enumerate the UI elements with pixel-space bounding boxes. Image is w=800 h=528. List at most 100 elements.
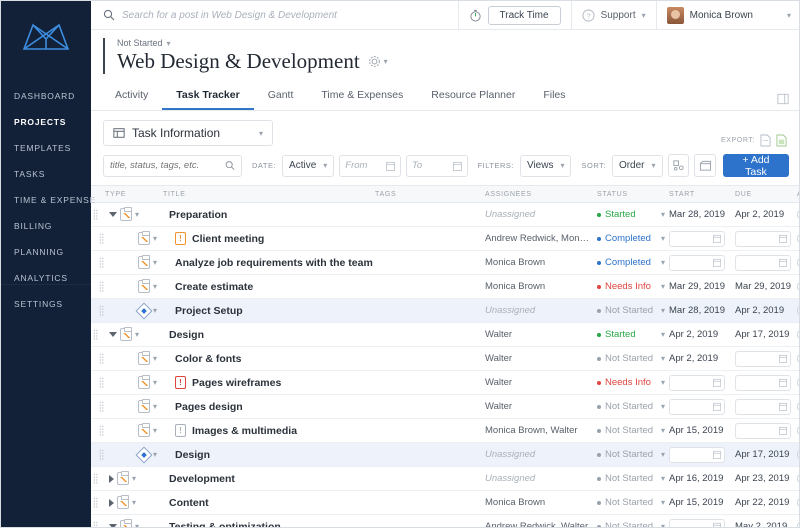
add-subtask-icon[interactable]: + xyxy=(797,209,799,220)
date-to-input[interactable]: To xyxy=(405,154,468,177)
row-start-cell[interactable]: Apr 2, 2019 xyxy=(669,322,735,347)
add-subtask-icon[interactable]: + xyxy=(797,281,799,292)
row-start-cell[interactable]: Apr 16, 2019 xyxy=(669,466,735,491)
row-tags-cell[interactable] xyxy=(375,370,485,395)
date-picker-empty[interactable] xyxy=(735,230,791,247)
row-tags-cell[interactable] xyxy=(375,322,485,347)
row-assignees-cell[interactable]: Monica Brown xyxy=(485,250,597,275)
row-title-cell[interactable]: ! Pages wireframes xyxy=(163,370,375,395)
row-type-dropdown-icon[interactable]: ▾ xyxy=(153,378,157,387)
row-title-cell[interactable]: Create estimate xyxy=(163,274,375,299)
row-due-cell[interactable] xyxy=(735,226,797,251)
date-filter-select[interactable]: Active ▾ xyxy=(282,154,335,177)
row-assignees-cell[interactable]: Walter xyxy=(485,394,597,419)
row-drag-handle[interactable] xyxy=(91,466,105,491)
status-badge[interactable]: Completed ▾ xyxy=(597,233,669,244)
row-type-dropdown-icon[interactable]: ▾ xyxy=(153,234,157,243)
status-badge[interactable]: Not Started ▾ xyxy=(597,473,669,484)
add-task-button[interactable]: + Add Task xyxy=(722,154,789,178)
add-subtask-icon[interactable]: + xyxy=(797,473,799,484)
status-badge[interactable]: Needs Info ▾ xyxy=(597,281,669,292)
app-logo[interactable] xyxy=(1,1,91,73)
row-tags-cell[interactable] xyxy=(375,346,485,371)
add-subtask-icon[interactable]: + xyxy=(797,353,799,364)
drag-dots-icon[interactable] xyxy=(99,448,104,461)
chevron-down-icon[interactable]: ▾ xyxy=(661,354,669,363)
row-type-cell[interactable]: ▾ xyxy=(105,490,163,515)
sidebar-item-time-expense[interactable]: TIME & EXPENSE xyxy=(1,187,95,213)
row-drag-handle[interactable] xyxy=(91,514,105,527)
row-actions-cell[interactable]: +◯$▢ xyxy=(797,466,799,491)
row-actions-cell[interactable]: +◯$▢ xyxy=(797,250,799,275)
chevron-down-icon[interactable]: ▾ xyxy=(661,306,669,315)
row-actions-cell[interactable]: +◯$▢ xyxy=(797,322,799,347)
row-actions-cell[interactable]: +◯$▢ xyxy=(797,394,799,419)
sidebar-item-templates[interactable]: TEMPLATES xyxy=(1,135,91,161)
row-type-cell[interactable]: ▾ xyxy=(105,226,163,251)
chevron-down-icon[interactable]: ▾ xyxy=(661,522,669,527)
chevron-down-icon[interactable]: ▾ xyxy=(661,210,669,219)
project-settings-dropdown[interactable]: ▾ xyxy=(368,55,388,68)
row-type-dropdown-icon[interactable]: ▾ xyxy=(153,282,157,291)
table-row[interactable]: ▾ Create estimate Monica Brown Needs Info ▾ M… xyxy=(91,274,799,299)
drag-dots-icon[interactable] xyxy=(93,472,98,485)
row-due-cell[interactable] xyxy=(735,370,797,395)
add-subtask-icon[interactable]: + xyxy=(797,305,799,316)
row-type-cell[interactable]: ▾ xyxy=(105,514,163,527)
row-status-cell[interactable]: Needs Info ▾ xyxy=(597,370,669,395)
row-start-cell[interactable] xyxy=(669,370,735,395)
row-assignees-cell[interactable]: Walter xyxy=(485,322,597,347)
row-start-cell[interactable] xyxy=(669,250,735,275)
date-picker-empty[interactable] xyxy=(735,254,791,271)
project-status-dropdown[interactable]: Not Started ▾ xyxy=(117,38,799,48)
layout-toggle-button[interactable] xyxy=(777,93,799,110)
table-row[interactable]: ▾! Images & multimedia Monica Brown, Walte… xyxy=(91,418,799,443)
row-status-cell[interactable]: Started ▾ xyxy=(597,202,669,227)
row-status-cell[interactable]: Not Started ▾ xyxy=(597,442,669,467)
row-start-cell[interactable]: Mar 28, 2019 xyxy=(669,298,735,323)
tab-gantt[interactable]: Gantt xyxy=(254,83,308,110)
row-drag-handle[interactable] xyxy=(91,394,105,419)
row-status-cell[interactable]: Not Started ▾ xyxy=(597,346,669,371)
sidebar-item-dashboard[interactable]: DASHBOARD xyxy=(1,83,91,109)
expand-collapse-icon[interactable] xyxy=(109,524,117,527)
date-picker-empty[interactable] xyxy=(669,374,725,391)
status-badge[interactable]: Completed ▾ xyxy=(597,257,669,268)
row-due-cell[interactable]: Apr 2, 2019 xyxy=(735,298,797,323)
table-row[interactable]: ▾ Design Unassigned Not Started ▾ Apr 17, 201… xyxy=(91,442,799,467)
row-type-cell[interactable]: ▾ xyxy=(105,394,163,419)
drag-dots-icon[interactable] xyxy=(93,208,98,221)
row-type-cell[interactable]: ▾ xyxy=(105,298,163,323)
row-type-dropdown-icon[interactable]: ▾ xyxy=(153,426,157,435)
row-actions-cell[interactable]: +◯$▢ xyxy=(797,418,799,443)
date-picker-empty[interactable] xyxy=(735,350,791,367)
row-status-cell[interactable]: Completed ▾ xyxy=(597,250,669,275)
sidebar-item-analytics[interactable]: ANALYTICS xyxy=(1,265,91,291)
row-type-dropdown-icon[interactable]: ▾ xyxy=(153,306,157,315)
row-title-cell[interactable]: Design xyxy=(163,442,375,467)
table-row[interactable]: ▾ Pages design Walter Not Started ▾ +◯$▢ xyxy=(91,394,799,419)
table-row[interactable]: ▾ Analyze job requirements with the team M… xyxy=(91,250,799,275)
chevron-down-icon[interactable]: ▾ xyxy=(661,474,669,483)
date-picker-empty[interactable] xyxy=(735,374,791,391)
tab-time-expenses[interactable]: Time & Expenses xyxy=(307,83,417,110)
drag-dots-icon[interactable] xyxy=(99,424,104,437)
row-status-cell[interactable]: Not Started ▾ xyxy=(597,466,669,491)
chevron-down-icon[interactable]: ▾ xyxy=(661,282,669,291)
add-subtask-icon[interactable]: + xyxy=(797,257,799,268)
row-type-cell[interactable]: ▾ xyxy=(105,418,163,443)
add-subtask-icon[interactable]: + xyxy=(797,497,799,508)
row-type-cell[interactable]: ▾ xyxy=(105,322,163,347)
user-menu[interactable]: Monica Brown ▾ xyxy=(657,1,799,30)
status-badge[interactable]: Not Started ▾ xyxy=(597,425,669,436)
add-subtask-icon[interactable]: + xyxy=(797,329,799,340)
row-status-cell[interactable]: Not Started ▾ xyxy=(597,394,669,419)
row-assignees-cell[interactable]: Monica Brown xyxy=(485,490,597,515)
row-type-cell[interactable]: ▾ xyxy=(105,202,163,227)
date-picker-empty[interactable] xyxy=(669,518,725,527)
chevron-down-icon[interactable]: ▾ xyxy=(661,234,669,243)
table-row[interactable]: ▾ Content Monica Brown Not Started ▾ Apr 15, … xyxy=(91,490,799,515)
sidebar-item-billing[interactable]: BILLING xyxy=(1,213,91,239)
row-status-cell[interactable]: Started ▾ xyxy=(597,322,669,347)
status-badge[interactable]: Started ▾ xyxy=(597,209,669,220)
